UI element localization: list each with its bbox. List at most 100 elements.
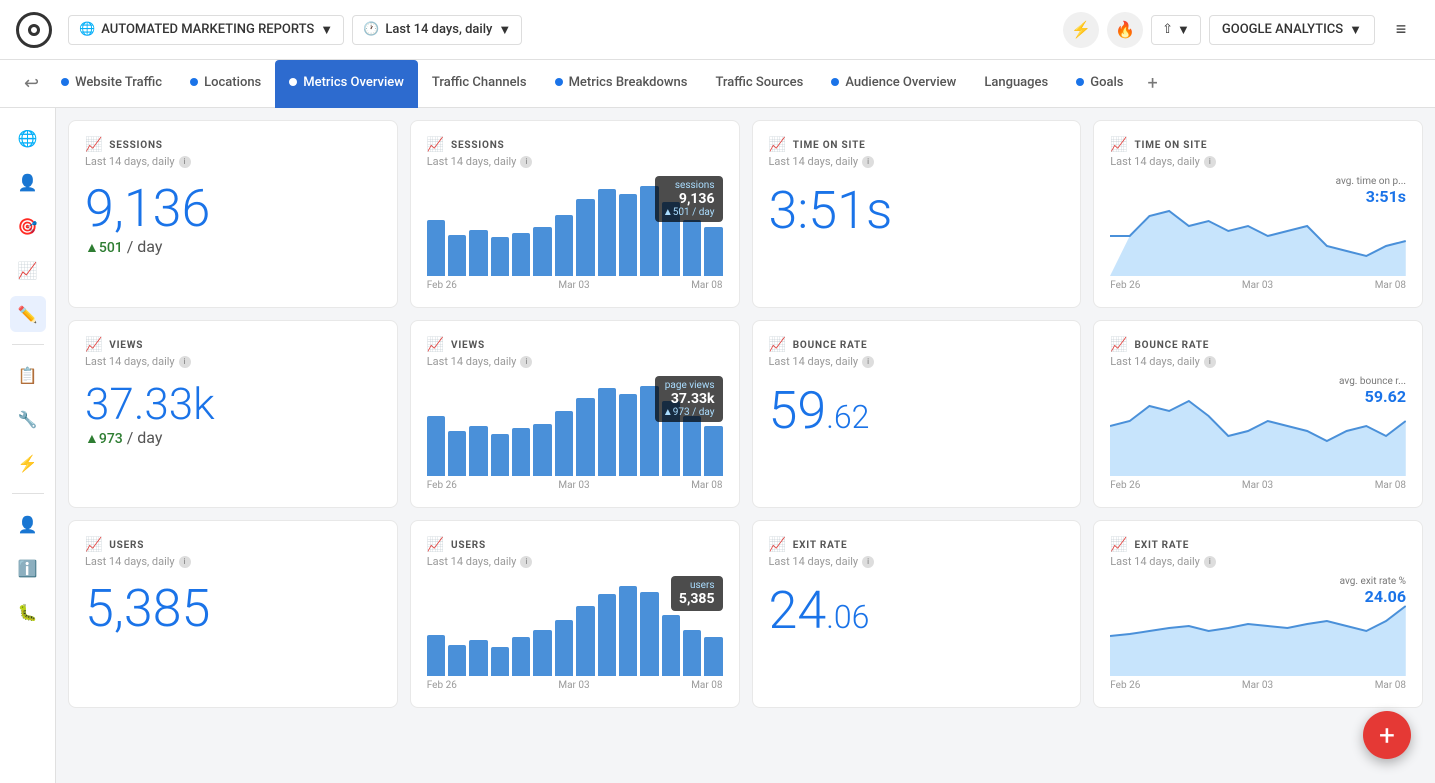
sidebar-icon-edit[interactable]: ✏️ [10, 296, 46, 332]
logo [16, 12, 52, 48]
exit-tooltip-val: 24.06 [1340, 587, 1406, 606]
card-header-users-big: 📈 USERS Last 14 days, daily i [85, 537, 381, 568]
tab-dot-metrics-overview [289, 78, 297, 86]
metric-icon-exit-chart: 📈 [1110, 537, 1128, 553]
metric-icon-bounce-big: 📈 [769, 337, 787, 353]
views-tooltip-main: 37.33k [663, 391, 715, 407]
card-sessions-big: 📈 SESSIONS Last 14 days, daily i 9,136 ▲… [68, 120, 398, 308]
date-selector[interactable]: 🕐 Last 14 days, daily ▼ [352, 15, 522, 45]
card-users-chart: 📈 USERS Last 14 days, daily i users 5,38… [410, 520, 740, 708]
card-bounce-rate-big: 📈 BOUNCE RATE Last 14 days, daily i 59.6… [752, 320, 1082, 508]
card-label-views-big: 📈 VIEWS [85, 337, 381, 353]
bar-segment [683, 416, 701, 476]
share-btn[interactable]: ⇧ ▼ [1151, 15, 1201, 45]
nav-back-btn[interactable]: ↩ [16, 73, 47, 94]
add-tab-btn[interactable]: + [1137, 73, 1167, 94]
sidebar-icon-user[interactable]: 👤 [10, 164, 46, 200]
views-tooltip-sub: ▲973 / day [663, 407, 715, 418]
time-area-fill [1110, 211, 1406, 276]
menu-btn[interactable]: ≡ [1383, 12, 1419, 48]
bar-segment [555, 215, 573, 276]
sessions-chart-tooltip: sessions 9,136 ▲501 / day [655, 176, 723, 222]
logo-inner [28, 24, 40, 36]
card-sublabel-bounce-big: Last 14 days, daily i [769, 355, 1065, 368]
bounce-area-chart: avg. bounce r... 59.62 [1110, 376, 1406, 476]
report-selector[interactable]: 🌐 AUTOMATED MARKETING REPORTS ▼ [68, 15, 344, 45]
tab-label-website-traffic: Website Traffic [75, 75, 162, 90]
tab-label-goals: Goals [1090, 75, 1123, 90]
sidebar-icon-target[interactable]: 🎯 [10, 208, 46, 244]
tab-traffic-channels[interactable]: Traffic Channels [418, 60, 541, 108]
info-icon-views-chart[interactable]: i [520, 356, 532, 368]
users-chart-tooltip: users 5,385 [671, 576, 723, 611]
card-exit-rate-chart: 📈 EXIT RATE Last 14 days, daily i avg. e… [1093, 520, 1423, 708]
tab-label-locations: Locations [204, 75, 261, 90]
report-selector-label: AUTOMATED MARKETING REPORTS [101, 22, 314, 37]
bounce-chart-tooltip: avg. bounce r... 59.62 [1339, 376, 1406, 406]
bar-segment [683, 630, 701, 676]
metric-icon-users-chart: 📈 [427, 537, 445, 553]
sidebar-icon-lightning[interactable]: ⚡ [10, 445, 46, 481]
card-label-bounce-big: 📈 BOUNCE RATE [769, 337, 1065, 353]
card-time-on-site-big: 📈 TIME ON SITE Last 14 days, daily i 3:5… [752, 120, 1082, 308]
views-chart-container: page views 37.33k ▲973 / day Feb 26Mar 0… [427, 376, 723, 491]
bounce-chart-labels: Feb 26Mar 03Mar 08 [1110, 480, 1406, 491]
tab-locations[interactable]: Locations [176, 60, 275, 108]
tab-metrics-overview[interactable]: Metrics Overview [275, 60, 418, 108]
time-tooltip-label: avg. time on p... [1336, 176, 1406, 187]
tab-website-traffic[interactable]: Website Traffic [47, 60, 176, 108]
info-icon-exit-chart[interactable]: i [1204, 556, 1216, 568]
info-icon-time-big[interactable]: i [862, 156, 874, 168]
bar-segment [512, 637, 530, 676]
bar-segment [662, 615, 680, 676]
sidebar-divider-1 [12, 344, 44, 345]
tab-languages[interactable]: Languages [970, 60, 1062, 108]
sidebar-icon-person[interactable]: 👤 [10, 506, 46, 542]
tab-metrics-breakdowns[interactable]: Metrics Breakdowns [541, 60, 702, 108]
ga-selector[interactable]: GOOGLE ANALYTICS ▼ [1209, 15, 1375, 45]
info-icon-time-chart[interactable]: i [1204, 156, 1216, 168]
sidebar-icon-chart[interactable]: 📈 [10, 252, 46, 288]
exit-big-value: 24.06 [769, 580, 1065, 641]
info-icon-exit-big[interactable]: i [862, 556, 874, 568]
time-tooltip-val: 3:51s [1336, 187, 1406, 206]
info-icon-users-big[interactable]: i [179, 556, 191, 568]
tab-audience-overview[interactable]: Audience Overview [817, 60, 970, 108]
nav-tabs: ↩ Website Traffic Locations Metrics Over… [0, 60, 1435, 108]
bar-segment [533, 630, 551, 676]
info-icon-users-chart[interactable]: i [520, 556, 532, 568]
sidebar-divider-2 [12, 493, 44, 494]
fab-add-btn[interactable]: + [1363, 711, 1411, 759]
sessions-chart-container: sessions 9,136 ▲501 / day Feb 26Mar 03Ma… [427, 176, 723, 291]
time-big-value: 3:51s [769, 180, 1065, 241]
time-chart-tooltip: avg. time on p... 3:51s [1336, 176, 1406, 206]
card-exit-rate-big: 📈 EXIT RATE Last 14 days, daily i 24.06 [752, 520, 1082, 708]
card-views-chart: 📈 VIEWS Last 14 days, daily i page views… [410, 320, 740, 508]
card-sublabel-sessions-chart: Last 14 days, daily i [427, 155, 723, 168]
exit-tooltip-label: avg. exit rate % [1340, 576, 1406, 587]
info-icon-sessions-big[interactable]: i [179, 156, 191, 168]
tab-goals[interactable]: Goals [1062, 60, 1137, 108]
sidebar-icon-info[interactable]: ℹ️ [10, 550, 46, 586]
info-icon-bounce-big[interactable]: i [862, 356, 874, 368]
card-sublabel-bounce-chart: Last 14 days, daily i [1110, 355, 1406, 368]
info-icon-views-big[interactable]: i [179, 356, 191, 368]
info-icon-sessions-chart[interactable]: i [520, 156, 532, 168]
time-area-chart: avg. time on p... 3:51s [1110, 176, 1406, 276]
fire-icon-btn[interactable]: 🔥 [1107, 12, 1143, 48]
bar-segment [704, 637, 722, 676]
card-header-time-big: 📈 TIME ON SITE Last 14 days, daily i [769, 137, 1065, 168]
tab-traffic-sources[interactable]: Traffic Sources [701, 60, 817, 108]
sidebar-icon-tools[interactable]: 🔧 [10, 401, 46, 437]
bolt-icon-btn[interactable]: ⚡ [1063, 12, 1099, 48]
sidebar-icon-bug[interactable]: 🐛 [10, 594, 46, 630]
tab-label-traffic-sources: Traffic Sources [715, 75, 803, 90]
share-icon: ⇧ [1162, 22, 1173, 37]
sidebar-icon-clipboard[interactable]: 📋 [10, 357, 46, 393]
card-header-bounce-chart: 📈 BOUNCE RATE Last 14 days, daily i [1110, 337, 1406, 368]
bounce-tooltip-val: 59.62 [1339, 387, 1406, 406]
metric-icon-time-chart: 📈 [1110, 137, 1128, 153]
exit-chart-tooltip: avg. exit rate % 24.06 [1340, 576, 1406, 606]
info-icon-bounce-chart[interactable]: i [1204, 356, 1216, 368]
sidebar-icon-globe[interactable]: 🌐 [10, 120, 46, 156]
